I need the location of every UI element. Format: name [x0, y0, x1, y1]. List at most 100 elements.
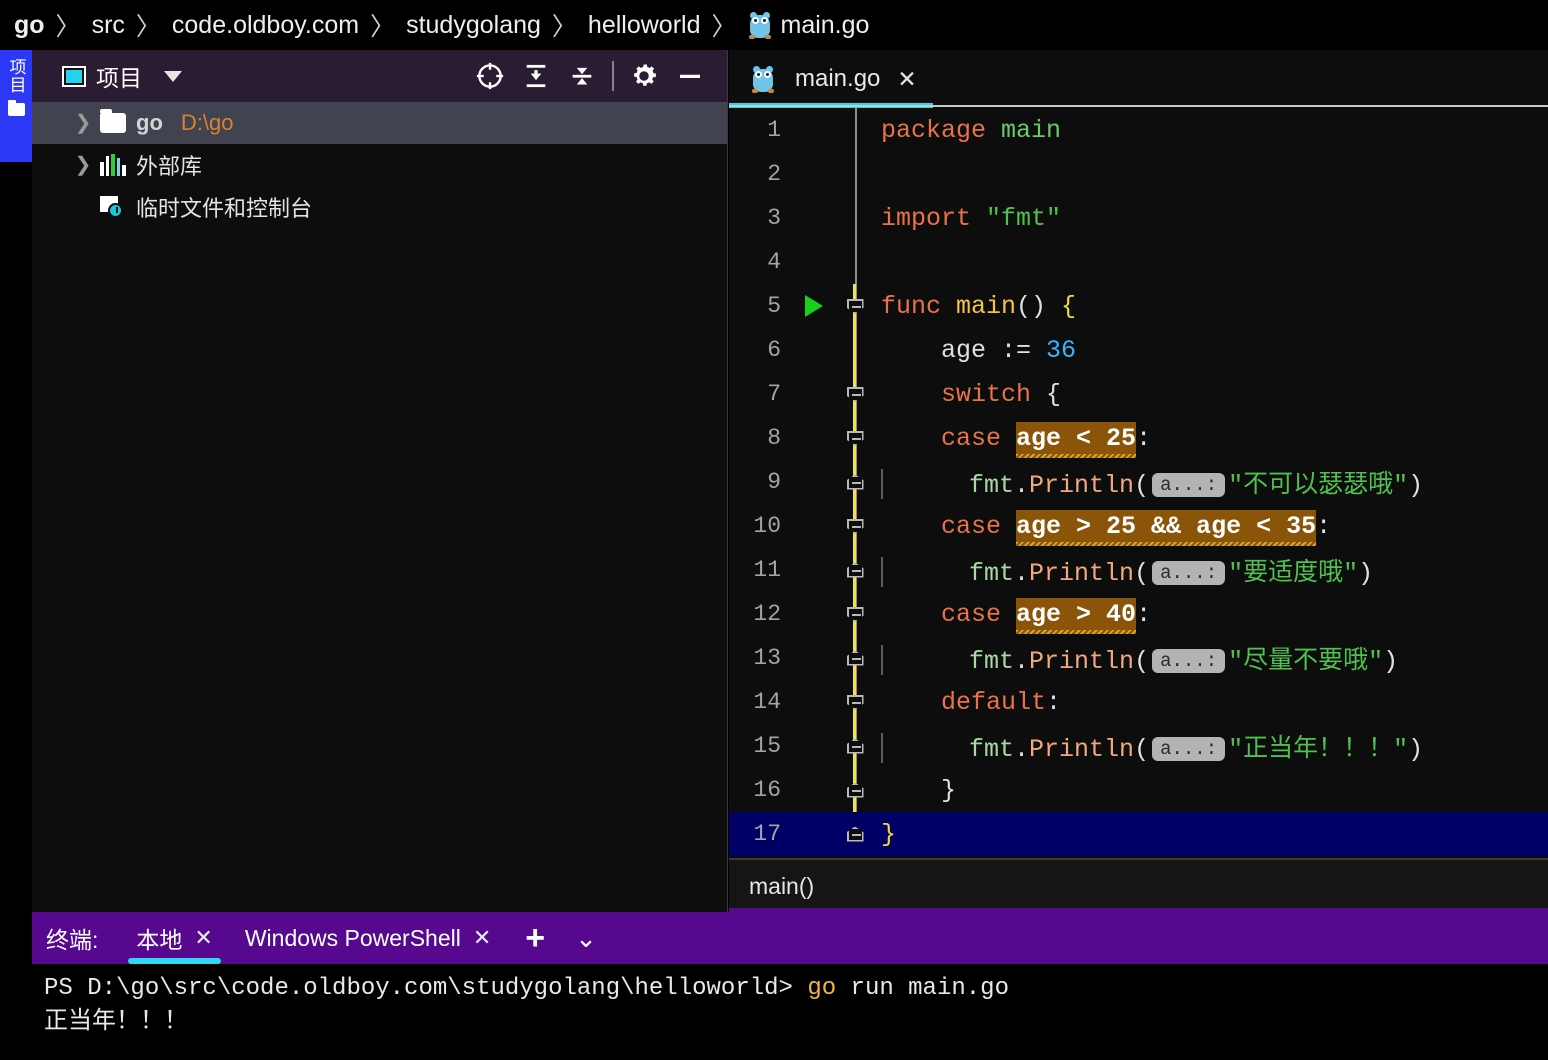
indent-guide	[881, 557, 883, 587]
inlay-hint[interactable]: a...:	[1152, 737, 1226, 761]
code-line-text: case age > 40:	[873, 597, 1548, 634]
code-token: Println	[1029, 647, 1135, 676]
code-token: :	[1046, 687, 1062, 717]
tabbar-underline	[729, 105, 1548, 107]
fold-toggle-icon[interactable]	[846, 386, 864, 402]
terminal-prompt: PS D:\go\src\code.oldboy.com\studygolang…	[44, 975, 808, 1002]
breadcrumb-separator: 〉	[711, 13, 737, 41]
tree-node-path: D:\go	[180, 110, 234, 135]
code-token: }	[941, 775, 957, 805]
close-icon[interactable]: ✕	[473, 925, 491, 951]
fold-toggle-icon[interactable]	[846, 562, 864, 578]
code-line[interactable]: 15 fmt.Println(a...: "正当年！！！")	[729, 724, 1548, 768]
fold-gutter-cell	[837, 562, 873, 578]
code-token: default	[941, 687, 1047, 717]
code-line[interactable]: 12 case age > 40:	[729, 592, 1548, 636]
fold-toggle-icon[interactable]	[846, 606, 864, 622]
code-line[interactable]: 7 switch {	[729, 372, 1548, 416]
breadcrumb-separator: 〉	[55, 13, 81, 41]
collapse-all-icon[interactable]	[559, 56, 605, 96]
code-line[interactable]: 11 fmt.Println(a...: "要适度哦")	[729, 548, 1548, 592]
terminal-tab-powershell[interactable]: Windows PowerShell ✕	[229, 912, 507, 964]
line-number: 9	[767, 469, 781, 495]
plus-icon[interactable]: +	[507, 921, 563, 955]
inlay-hint[interactable]: a...:	[1152, 561, 1226, 585]
breadcrumb-item-studygolang[interactable]: studygolang	[406, 11, 541, 40]
tree-node-scratches[interactable]: 临时文件和控制台	[32, 186, 727, 228]
code-line[interactable]: 16 }	[729, 768, 1548, 812]
code-line-text: fmt.Println(a...: "尽量不要哦")	[873, 640, 1548, 676]
code-line[interactable]: 5 func main() {	[729, 284, 1548, 328]
fold-toggle-icon[interactable]	[846, 430, 864, 446]
chevron-right-icon[interactable]: ❯	[75, 155, 92, 175]
locate-icon[interactable]	[467, 56, 513, 96]
left-tool-rail: 项目	[0, 50, 32, 912]
close-icon[interactable]: ✕	[897, 66, 916, 93]
tree-node-go[interactable]: ❯ go D:\go	[32, 102, 727, 144]
terminal-output[interactable]: PS D:\go\src\code.oldboy.com\studygolang…	[32, 964, 1548, 1040]
fold-toggle-icon[interactable]	[846, 474, 864, 490]
indent-guide	[881, 645, 883, 675]
fold-toggle-icon[interactable]	[846, 650, 864, 666]
line-number: 5	[767, 293, 781, 319]
code-token: (	[1134, 735, 1150, 764]
code-line[interactable]: 3 import "fmt"	[729, 196, 1548, 240]
project-title-group[interactable]: 项目	[62, 59, 142, 93]
breadcrumb-item-go[interactable]: go	[14, 11, 45, 40]
indent-guide	[881, 733, 883, 763]
fold-toggle-icon[interactable]	[846, 694, 864, 710]
close-icon[interactable]: ✕	[194, 925, 212, 951]
chevron-down-icon[interactable]	[164, 70, 182, 82]
breadcrumb-item-code-oldboy[interactable]: code.oldboy.com	[172, 11, 359, 40]
fold-toggle-icon[interactable]	[846, 298, 864, 314]
run-button[interactable]	[791, 295, 837, 317]
breadcrumb-item-main-go[interactable]: main.go	[781, 11, 870, 40]
fold-gutter-cell	[837, 298, 873, 314]
tree-node-label: go	[136, 110, 163, 135]
code-line[interactable]: 14 default:	[729, 680, 1548, 724]
code-canvas[interactable]: 1 package main 2 3 import "fmt" 4 5 func main()…	[729, 108, 1548, 858]
fold-gutter-cell	[837, 650, 873, 666]
code-line[interactable]: 13 fmt.Println(a...: "尽量不要哦")	[729, 636, 1548, 680]
fold-toggle-icon[interactable]	[846, 782, 864, 798]
line-number: 14	[753, 689, 781, 715]
code-line[interactable]: 1 package main	[729, 108, 1548, 152]
minimize-icon[interactable]	[667, 56, 713, 96]
terminal-tab-local[interactable]: 本地 ✕	[120, 912, 228, 964]
tab-main-go[interactable]: main.go ✕	[729, 50, 933, 108]
gear-icon[interactable]	[621, 56, 667, 96]
expand-all-icon[interactable]	[513, 56, 559, 96]
chevron-right-icon[interactable]: ❯	[75, 113, 92, 133]
code-line[interactable]: 10 case age > 25 && age < 35:	[729, 504, 1548, 548]
code-line[interactable]: 4	[729, 240, 1548, 284]
terminal-output-line: 正当年！！！	[44, 1009, 188, 1037]
breadcrumb-item-src[interactable]: src	[92, 11, 125, 40]
breadcrumb-item-helloworld[interactable]: helloworld	[588, 11, 701, 40]
terminal-header: 终端: 本地 ✕ Windows PowerShell ✕ + ⌄	[32, 912, 1548, 964]
inlay-hint[interactable]: a...:	[1152, 649, 1226, 673]
inlay-hint[interactable]: a...:	[1152, 473, 1226, 497]
editor-tabbar: main.go ✕	[729, 50, 1548, 108]
fold-toggle-icon[interactable]	[846, 826, 864, 842]
code-line[interactable]: 8 case age < 25:	[729, 416, 1548, 460]
code-line[interactable]: 6 age := 36	[729, 328, 1548, 372]
tree-node-external-libraries[interactable]: ❯ 外部库	[32, 144, 727, 186]
code-token: Println	[1029, 735, 1135, 764]
line-number: 16	[753, 777, 781, 803]
fold-toggle-icon[interactable]	[846, 518, 864, 534]
fold-gutter-cell	[837, 694, 873, 710]
code-line[interactable]: 17}	[729, 812, 1548, 856]
code-line[interactable]: 9 fmt.Println(a...: "不可以瑟瑟哦")	[729, 460, 1548, 504]
chevron-down-icon[interactable]: ⌄	[563, 923, 609, 954]
rail-project-label: 项目	[6, 58, 26, 94]
highlighted-expression: age < 25	[1016, 421, 1137, 458]
rail-item-project[interactable]: 项目	[0, 50, 32, 162]
gopher-icon	[748, 12, 772, 39]
code-token: "fmt"	[986, 203, 1062, 233]
line-number: 7	[767, 381, 781, 407]
tree-node-label: 外部库	[136, 154, 203, 179]
fold-gutter-cell	[837, 430, 873, 446]
code-line[interactable]: 2	[729, 152, 1548, 196]
line-number: 4	[767, 249, 781, 275]
fold-toggle-icon[interactable]	[846, 738, 864, 754]
